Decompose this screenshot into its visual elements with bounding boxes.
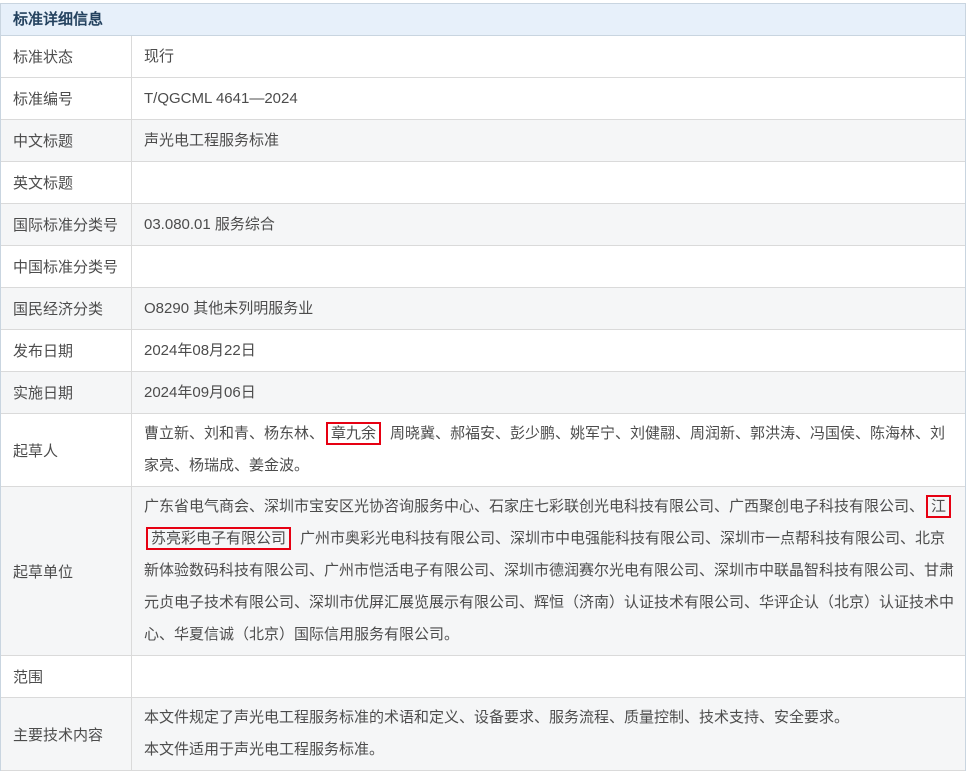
row-label: 英文标题 (1, 162, 132, 203)
row-value (132, 162, 965, 203)
row-value: 声光电工程服务标准 (132, 120, 965, 161)
row-standard-number: 标准编号 T/QGCML 4641—2024 (1, 78, 965, 120)
row-value: 广东省电气商会、深圳市宝安区光协咨询服务中心、石家庄七彩联创光电科技有限公司、广… (132, 487, 965, 655)
row-value: T/QGCML 4641—2024 (132, 78, 965, 119)
row-ics-number: 国际标准分类号 03.080.01 服务综合 (1, 204, 965, 246)
row-main-content: 主要技术内容 本文件规定了声光电工程服务标准的术语和定义、设备要求、服务流程、质… (1, 698, 965, 771)
row-drafters: 起草人 曹立新、刘和青、杨东林、章九余周晓冀、郝福安、彭少鹏、姚军宁、刘健翮、周… (1, 414, 965, 487)
drafters-text-before: 曹立新、刘和青、杨东林、 (144, 425, 324, 442)
row-label: 标准状态 (1, 36, 132, 77)
row-label: 范围 (1, 656, 132, 697)
row-value: 2024年09月06日 (132, 372, 965, 413)
row-ccs-number: 中国标准分类号 (1, 246, 965, 288)
row-scope: 范围 (1, 656, 965, 698)
row-label: 主要技术内容 (1, 698, 132, 770)
row-value: 03.080.01 服务综合 (132, 204, 965, 245)
row-organizations: 起草单位 广东省电气商会、深圳市宝安区光协咨询服务中心、石家庄七彩联创光电科技有… (1, 487, 965, 656)
row-value: 2024年08月22日 (132, 330, 965, 371)
row-economy-class: 国民经济分类 O8290 其他未列明服务业 (1, 288, 965, 330)
row-label: 起草单位 (1, 487, 132, 655)
row-value (132, 246, 965, 287)
row-label: 中国标准分类号 (1, 246, 132, 287)
row-value (132, 656, 965, 697)
row-value: 曹立新、刘和青、杨东林、章九余周晓冀、郝福安、彭少鹏、姚军宁、刘健翮、周润新、郭… (132, 414, 965, 486)
row-label: 标准编号 (1, 78, 132, 119)
row-value: 本文件规定了声光电工程服务标准的术语和定义、设备要求、服务流程、质量控制、技术支… (132, 698, 965, 770)
row-label: 起草人 (1, 414, 132, 486)
drafter-highlight-box: 章九余 (326, 422, 381, 445)
row-chinese-title: 中文标题 声光电工程服务标准 (1, 120, 965, 162)
row-english-title: 英文标题 (1, 162, 965, 204)
main-content-paragraph-2: 本文件适用于声光电工程服务标准。 (144, 734, 849, 766)
main-content-paragraph-1: 本文件规定了声光电工程服务标准的术语和定义、设备要求、服务流程、质量控制、技术支… (144, 702, 849, 734)
row-label: 实施日期 (1, 372, 132, 413)
row-standard-status: 标准状态 现行 (1, 36, 965, 78)
row-label: 国民经济分类 (1, 288, 132, 329)
row-label: 中文标题 (1, 120, 132, 161)
organizations-text-before: 广东省电气商会、深圳市宝安区光协咨询服务中心、石家庄七彩联创光电科技有限公司、广… (144, 498, 924, 515)
panel-title: 标准详细信息 (1, 4, 965, 36)
row-value: O8290 其他未列明服务业 (132, 288, 965, 329)
row-label: 国际标准分类号 (1, 204, 132, 245)
row-value: 现行 (132, 36, 965, 77)
row-implement-date: 实施日期 2024年09月06日 (1, 372, 965, 414)
row-publish-date: 发布日期 2024年08月22日 (1, 330, 965, 372)
standard-detail-panel: 标准详细信息 标准状态 现行 标准编号 T/QGCML 4641—2024 中文… (0, 3, 966, 771)
row-label: 发布日期 (1, 330, 132, 371)
